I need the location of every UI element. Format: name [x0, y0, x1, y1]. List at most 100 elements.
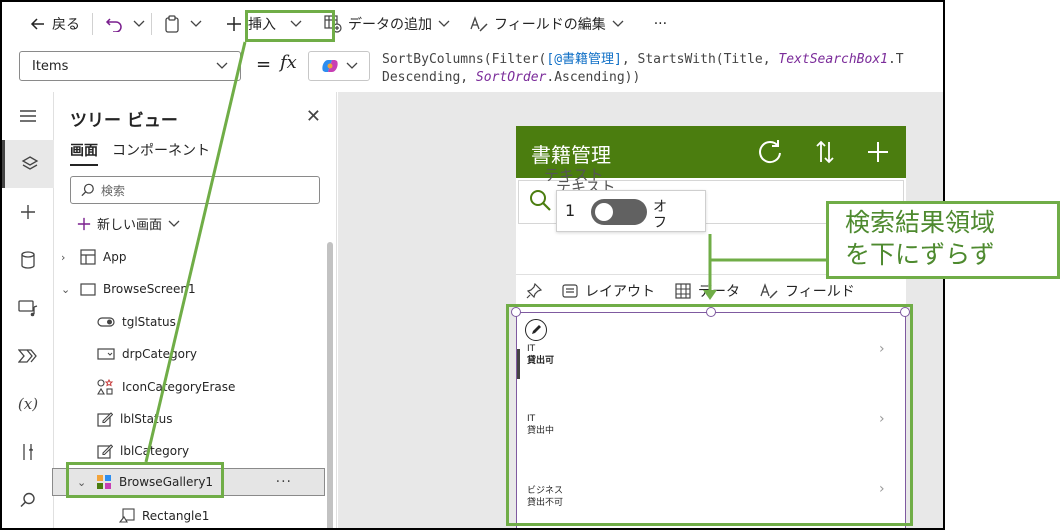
callout-line-2: を下にずらず — [845, 240, 995, 269]
edit-fields-button[interactable]: フィールドの編集 — [462, 9, 632, 39]
tab-components[interactable]: コンポーネント — [112, 140, 210, 166]
chevron-down-icon — [346, 62, 358, 69]
fx-icon: fx — [280, 52, 297, 73]
sort-icon[interactable] — [809, 136, 841, 168]
pin-icon — [526, 282, 542, 298]
undo-dropdown[interactable] — [131, 9, 147, 39]
callout-line-1: 検索結果領域 — [845, 208, 996, 237]
toolbar-divider — [92, 13, 93, 35]
arrow-left-icon — [30, 18, 44, 30]
tree-search-input[interactable]: 検索 — [70, 176, 320, 204]
toolbar-divider — [151, 13, 152, 35]
dropdown-icon — [97, 348, 115, 360]
variables-rail-button[interactable]: (x) — [2, 380, 54, 428]
edit-fields-label: フィールドの編集 — [494, 17, 606, 33]
tree-node-tglstatus[interactable]: tglStatus — [97, 308, 176, 336]
tree-node-browsescreen[interactable]: ⌄ BrowseScreen1 — [61, 275, 196, 303]
variables-icon: (x) — [17, 395, 39, 413]
power-automate-icon — [18, 349, 37, 363]
layout-icon — [562, 283, 578, 298]
tree-view-title: ツリー ビュー — [70, 111, 178, 131]
new-screen-button[interactable]: 新しい画面 — [77, 214, 180, 233]
chevron-down-icon: ⌄ — [61, 282, 71, 296]
plus-icon — [77, 217, 91, 230]
chevron-right-icon: › — [61, 250, 66, 264]
property-value: Items — [32, 58, 69, 74]
chevron-down-icon — [612, 20, 624, 27]
gallery-node-highlight-box — [66, 462, 224, 498]
chevron-down-icon — [438, 20, 450, 27]
equals-sign: = — [256, 54, 272, 75]
plus-icon — [227, 17, 241, 31]
formula-bar: Items = fx SortByColumns(Filter([@書籍管理],… — [2, 46, 943, 92]
media-rail-button[interactable] — [2, 284, 54, 332]
annotation-callout: 検索結果領域 を下にずらず — [826, 201, 1060, 279]
add-data-button[interactable]: データの追加 — [316, 9, 458, 39]
advanced-tools-button[interactable] — [2, 428, 54, 476]
formula-editor[interactable]: SortByColumns(Filter([@書籍管理], StartsWith… — [382, 51, 942, 87]
plus-icon — [21, 205, 35, 219]
paste-dropdown[interactable] — [188, 9, 204, 39]
more-label: ··· — [653, 16, 668, 32]
chevron-down-icon — [216, 62, 228, 69]
layers-icon — [21, 156, 38, 170]
property-dropdown[interactable]: Items — [19, 51, 241, 81]
label-edit-icon — [97, 444, 113, 459]
tab-screens[interactable]: 画面 — [70, 140, 98, 166]
copilot-icon — [322, 60, 338, 72]
toggle-switch[interactable] — [591, 199, 647, 225]
menu-button[interactable] — [2, 92, 54, 140]
insert-rail-button[interactable] — [2, 188, 54, 236]
tree-scrollbar[interactable] — [327, 242, 333, 528]
command-bar: 戻る 挿入 データの追加 フィールドの編集 ··· — [2, 2, 943, 46]
tree-node-app[interactable]: › App — [61, 243, 126, 271]
toggle-value: 1 — [565, 201, 576, 220]
node-more-button[interactable]: ··· — [276, 474, 292, 490]
icon-shapes-icon — [97, 379, 114, 395]
close-icon[interactable]: ✕ — [306, 106, 321, 127]
tree-node-rectangle[interactable]: Rectangle1 — [119, 502, 209, 528]
tree-node-drpcategory[interactable]: drpCategory — [97, 340, 197, 368]
search-icon — [20, 492, 35, 508]
insert-highlight-box — [245, 10, 335, 42]
tree-node-lblstatus[interactable]: lblStatus — [97, 405, 173, 433]
tree-tabs: 画面 コンポーネント — [70, 140, 210, 166]
tree-search-placeholder: 検索 — [101, 183, 126, 198]
layout-button[interactable]: レイアウト — [552, 281, 665, 301]
search-icon — [81, 183, 94, 197]
hamburger-icon — [20, 110, 36, 122]
add-data-label: データの追加 — [348, 17, 432, 33]
status-toggle[interactable]: 1 オフ — [556, 190, 706, 232]
new-screen-label: 新しい画面 — [97, 218, 163, 233]
clipboard-icon — [165, 15, 179, 33]
data-button[interactable]: データ — [665, 281, 750, 301]
back-button[interactable]: 戻る — [22, 9, 88, 39]
tree-node-lblcategory[interactable]: lblCategory — [97, 437, 189, 465]
data-rail-button[interactable] — [2, 236, 54, 284]
screen-icon — [80, 282, 96, 296]
text-edit-icon — [470, 16, 488, 32]
paste-button[interactable] — [156, 9, 188, 39]
flows-rail-button[interactable] — [2, 332, 54, 380]
tree-view-button[interactable] — [2, 140, 54, 188]
database-icon — [21, 251, 35, 269]
search-rail-button[interactable] — [2, 476, 54, 524]
copilot-button[interactable] — [308, 51, 370, 81]
chevron-down-icon — [190, 20, 202, 27]
app-icon — [80, 249, 96, 265]
add-icon[interactable] — [862, 136, 894, 168]
label-edit-icon — [97, 412, 113, 427]
fields-button[interactable]: フィールド — [750, 281, 865, 301]
back-label: 戻る — [52, 17, 80, 33]
media-icon — [18, 300, 38, 317]
chevron-down-icon — [133, 20, 145, 27]
undo-button[interactable] — [97, 9, 131, 39]
search-icon — [530, 190, 551, 211]
pin-button[interactable] — [516, 282, 552, 299]
more-button[interactable]: ··· — [646, 9, 675, 39]
rectangle-icon — [119, 508, 135, 523]
left-rail: (x) — [2, 92, 54, 528]
refresh-icon[interactable] — [754, 136, 786, 168]
tree-node-iconcategoryerase[interactable]: IconCategoryErase — [97, 373, 235, 401]
undo-icon — [105, 18, 122, 32]
